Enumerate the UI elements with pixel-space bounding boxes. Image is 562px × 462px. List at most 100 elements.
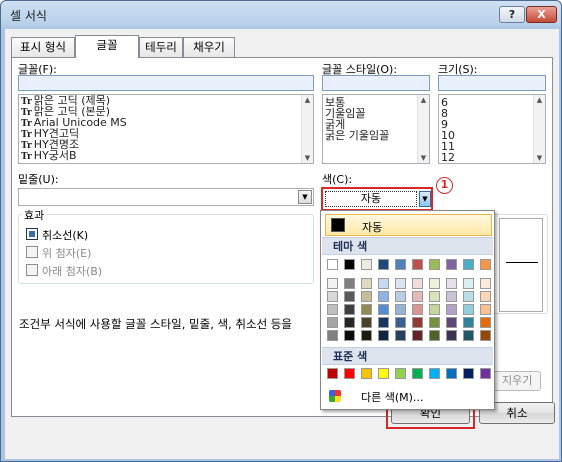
standard-color-swatch[interactable] [327, 368, 338, 379]
theme-shade-swatch[interactable] [395, 291, 406, 302]
list-item[interactable]: 굵은 기울임꼴 [323, 130, 429, 141]
strikethrough-label[interactable]: 취소선(K) [42, 227, 88, 243]
theme-shade-swatch[interactable] [344, 291, 355, 302]
theme-shade-swatch[interactable] [412, 278, 423, 289]
theme-shade-swatch[interactable] [378, 304, 389, 315]
more-colors-option[interactable]: 다른 색(M)... [325, 386, 490, 406]
scroll-up-arrow-icon[interactable]: ▲ [534, 95, 545, 105]
standard-color-swatch[interactable] [395, 368, 406, 379]
theme-shade-swatch[interactable] [480, 317, 491, 328]
list-item[interactable]: 12 [439, 152, 545, 163]
theme-color-swatch[interactable] [327, 259, 338, 270]
theme-shade-swatch[interactable] [463, 317, 474, 328]
close-button[interactable]: X [526, 6, 557, 23]
theme-color-swatch[interactable] [446, 259, 457, 270]
theme-shade-swatch[interactable] [327, 278, 338, 289]
theme-shade-swatch[interactable] [480, 278, 491, 289]
theme-shade-swatch[interactable] [395, 317, 406, 328]
font-list-scrollbar[interactable]: ▲ ▼ [301, 95, 313, 163]
list-item[interactable]: 8 [439, 108, 545, 119]
size-list[interactable]: 6 8 9 10 11 12 ▲ ▼ [438, 94, 546, 164]
theme-shade-swatch[interactable] [446, 317, 457, 328]
list-item[interactable]: 6 [439, 97, 545, 108]
theme-shade-swatch[interactable] [463, 291, 474, 302]
standard-color-swatch[interactable] [361, 368, 372, 379]
theme-shade-swatch[interactable] [446, 304, 457, 315]
theme-shade-swatch[interactable] [344, 317, 355, 328]
theme-shade-swatch[interactable] [327, 304, 338, 315]
theme-shade-swatch[interactable] [395, 304, 406, 315]
theme-shade-swatch[interactable] [446, 278, 457, 289]
style-list-scrollbar[interactable]: ▲ ▼ [417, 95, 429, 163]
theme-shade-swatch[interactable] [480, 304, 491, 315]
theme-shade-swatch[interactable] [463, 330, 474, 341]
theme-color-swatch[interactable] [395, 259, 406, 270]
clear-button[interactable]: 지우기(R) [493, 371, 541, 391]
theme-shade-swatch[interactable] [412, 291, 423, 302]
list-item[interactable]: Tr HY궁서B [19, 150, 313, 162]
superscript-checkbox[interactable] [26, 246, 38, 258]
font-list[interactable]: Tr 맑은 고딕 (제목) Tr 맑은 고딕 (본문) Tr Arial Unicode … [18, 94, 314, 164]
theme-shade-swatch[interactable] [429, 304, 440, 315]
font-style-list[interactable]: 보통 기울임꼴 굵게 굵은 기울임꼴 ▲ ▼ [322, 94, 430, 164]
theme-shade-swatch[interactable] [395, 278, 406, 289]
standard-color-swatch[interactable] [480, 368, 491, 379]
theme-color-swatch[interactable] [480, 259, 491, 270]
theme-shade-swatch[interactable] [429, 317, 440, 328]
theme-shade-swatch[interactable] [412, 304, 423, 315]
theme-shade-swatch[interactable] [344, 330, 355, 341]
theme-color-swatch[interactable] [463, 259, 474, 270]
theme-shade-swatch[interactable] [378, 317, 389, 328]
theme-shade-swatch[interactable] [361, 278, 372, 289]
strikethrough-checkbox[interactable] [26, 228, 38, 240]
theme-shade-swatch[interactable] [429, 291, 440, 302]
tab-fill[interactable]: 채우기 [183, 37, 235, 57]
theme-shade-swatch[interactable] [395, 330, 406, 341]
theme-shade-swatch[interactable] [378, 278, 389, 289]
theme-shade-swatch[interactable] [412, 330, 423, 341]
standard-color-swatch[interactable] [344, 368, 355, 379]
theme-shade-swatch[interactable] [327, 317, 338, 328]
theme-shade-swatch[interactable] [361, 291, 372, 302]
theme-shade-swatch[interactable] [429, 330, 440, 341]
size-input[interactable] [438, 75, 546, 91]
standard-color-swatch[interactable] [378, 368, 389, 379]
subscript-label[interactable]: 아래 첨자(B) [42, 263, 102, 279]
automatic-color-option[interactable]: 자동 [325, 214, 492, 236]
scroll-down-arrow-icon[interactable]: ▼ [418, 153, 429, 163]
theme-shade-swatch[interactable] [327, 291, 338, 302]
font-style-input[interactable] [322, 75, 430, 91]
tab-border[interactable]: 테두리 [139, 37, 183, 57]
theme-shade-swatch[interactable] [446, 330, 457, 341]
scroll-up-arrow-icon[interactable]: ▲ [302, 95, 313, 105]
theme-shade-swatch[interactable] [378, 330, 389, 341]
scroll-down-arrow-icon[interactable]: ▼ [534, 153, 545, 163]
theme-shade-swatch[interactable] [344, 304, 355, 315]
superscript-label[interactable]: 위 첨자(E) [42, 245, 91, 261]
theme-shade-swatch[interactable] [480, 291, 491, 302]
chevron-down-icon[interactable]: ▼ [298, 190, 312, 204]
theme-shade-swatch[interactable] [463, 278, 474, 289]
theme-shade-swatch[interactable] [361, 317, 372, 328]
theme-shade-swatch[interactable] [378, 291, 389, 302]
theme-shade-swatch[interactable] [446, 291, 457, 302]
theme-shade-swatch[interactable] [327, 330, 338, 341]
tab-font[interactable]: 글꼴 [75, 35, 139, 58]
help-button[interactable]: ? [499, 6, 525, 23]
tab-number-format[interactable]: 표시 형식 [11, 37, 75, 57]
theme-color-swatch[interactable] [429, 259, 440, 270]
theme-shade-swatch[interactable] [463, 304, 474, 315]
size-list-scrollbar[interactable]: ▲ ▼ [533, 95, 545, 163]
standard-color-swatch[interactable] [429, 368, 440, 379]
standard-color-swatch[interactable] [446, 368, 457, 379]
color-combo[interactable]: 자동 ▼ [321, 187, 433, 211]
scroll-down-arrow-icon[interactable]: ▼ [302, 153, 313, 163]
theme-shade-swatch[interactable] [361, 304, 372, 315]
theme-color-swatch[interactable] [361, 259, 372, 270]
scroll-up-arrow-icon[interactable]: ▲ [418, 95, 429, 105]
theme-shade-swatch[interactable] [412, 317, 423, 328]
theme-shade-swatch[interactable] [480, 330, 491, 341]
theme-shade-swatch[interactable] [429, 278, 440, 289]
font-input[interactable] [18, 75, 314, 91]
chevron-down-icon[interactable]: ▼ [419, 191, 431, 207]
